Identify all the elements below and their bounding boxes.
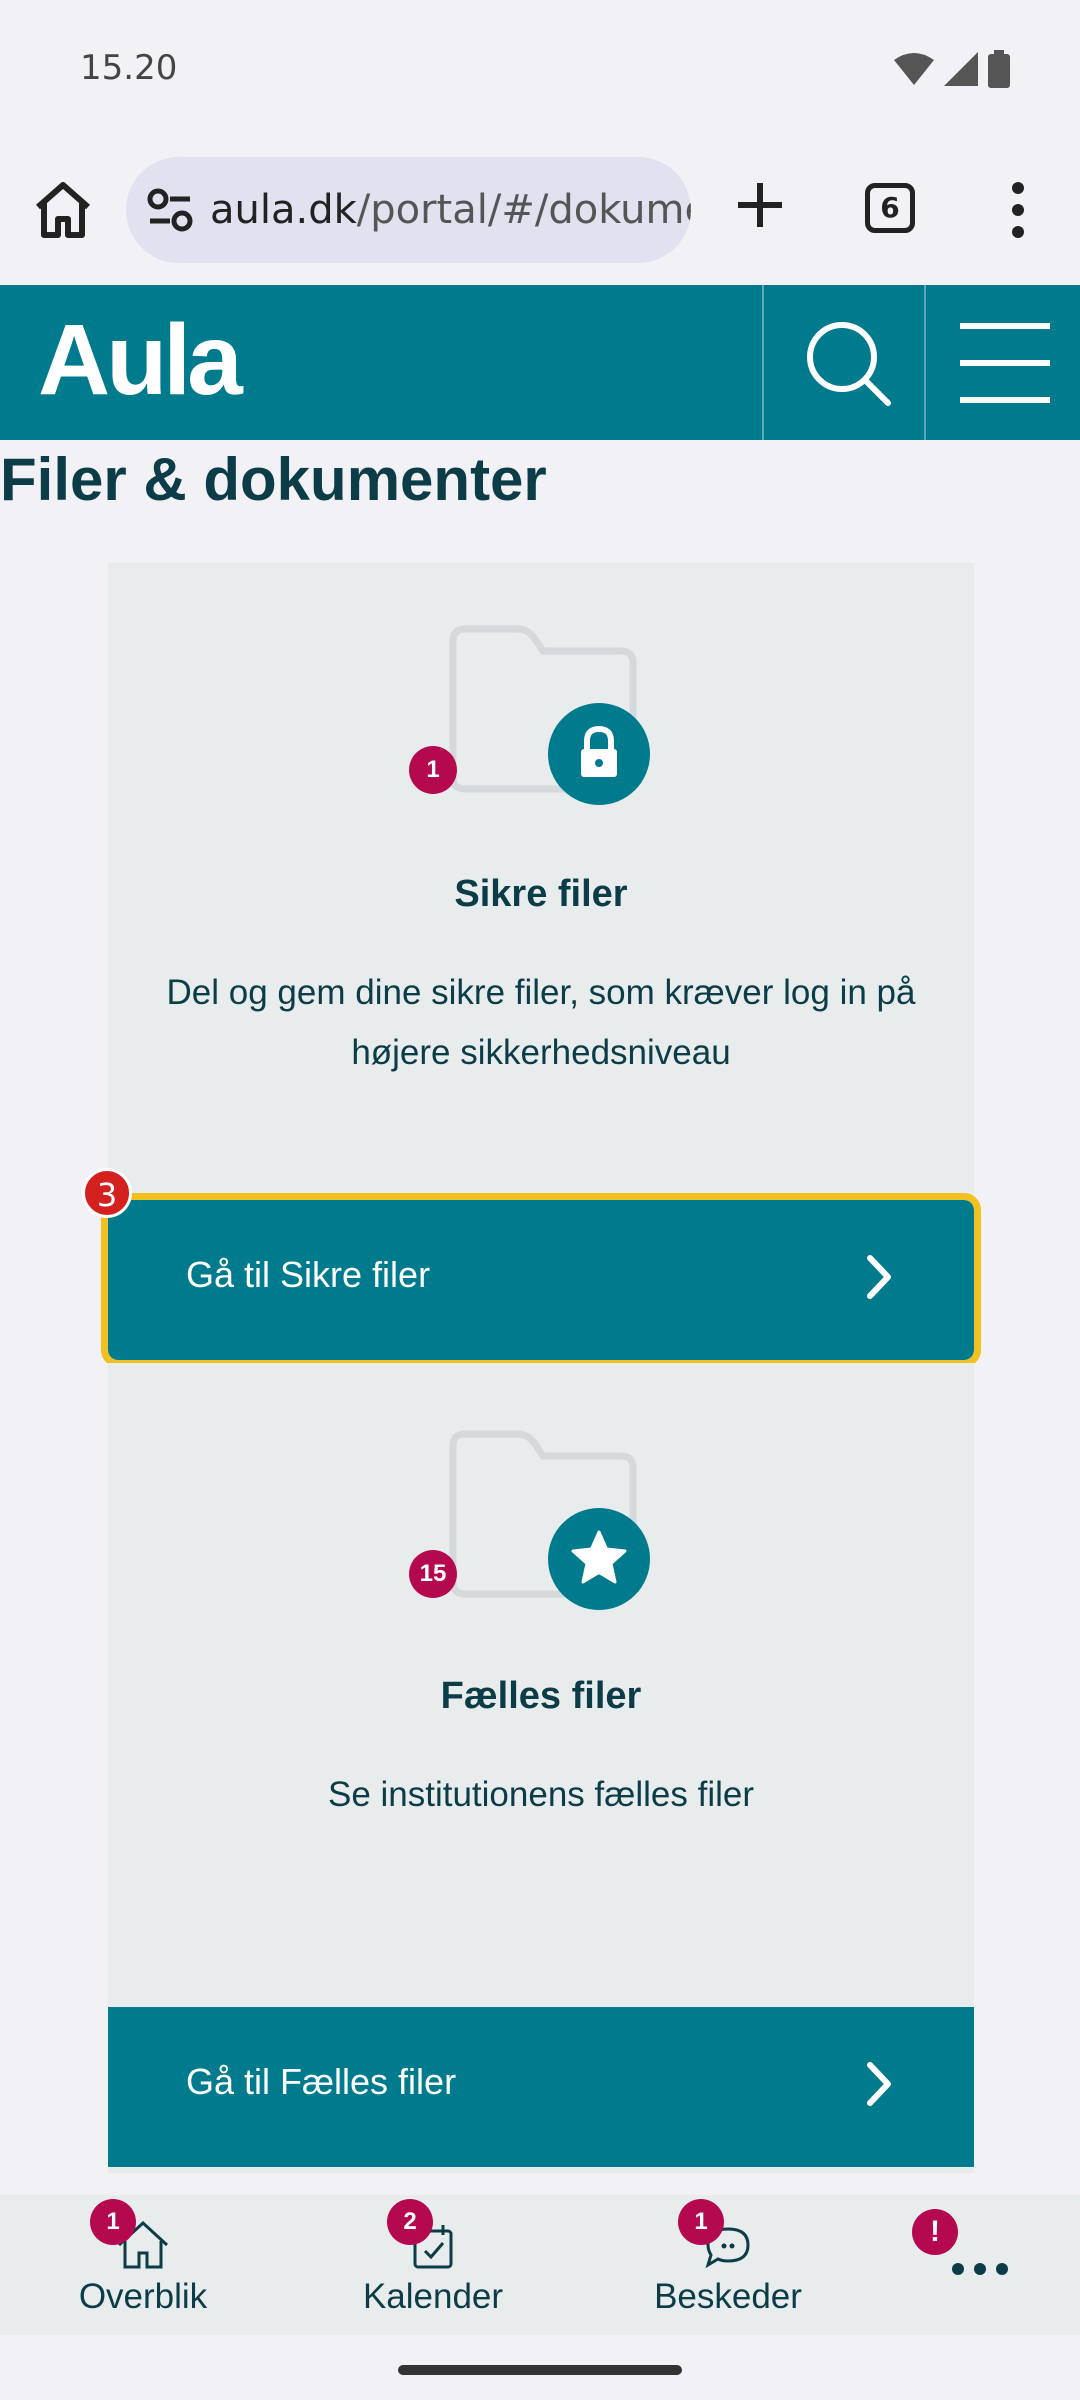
go-to-secure-files-button[interactable]: Gå til Sikre filer — [101, 1193, 981, 1367]
url-text[interactable]: aula.dk/portal/#/dokume — [210, 187, 691, 233]
nav-label: Beskeder — [654, 2277, 802, 2316]
tab-count-button[interactable]: 6 — [865, 183, 915, 233]
nav-label: Overblik — [78, 2277, 208, 2316]
status-time: 15.20 — [80, 48, 178, 88]
hamburger-icon — [960, 323, 1050, 403]
page-title: Filer & dokumenter — [0, 446, 547, 513]
status-icons — [894, 50, 1010, 88]
nav-kalender[interactable]: 2 Kalender — [323, 2195, 543, 2335]
nav-overblik[interactable]: 1 Overblik — [33, 2195, 253, 2335]
app-header: Aula — [0, 285, 1080, 440]
status-bar: 15.20 — [0, 0, 1080, 135]
url-path: /portal/#/dokume — [356, 187, 691, 233]
signal-icon — [944, 52, 978, 86]
chevron-right-icon — [867, 1255, 891, 1299]
card-description: Del og gem dine sikre filer, som kræver … — [166, 973, 916, 1072]
card-description: Se institutionens fælles filer — [327, 1775, 755, 1814]
star-icon — [548, 1508, 650, 1610]
lock-icon — [548, 703, 650, 805]
browser-toolbar: aula.dk/portal/#/dokume 6 — [0, 135, 1080, 285]
wifi-icon — [894, 53, 934, 85]
nav-more[interactable]: ! — [870, 2195, 1050, 2335]
go-to-shared-files-button[interactable]: Gå til Fælles filer — [108, 2007, 974, 2167]
nav-badge: 1 — [678, 2199, 724, 2245]
notification-badge: 1 — [409, 746, 457, 794]
nav-label: Kalender — [362, 2277, 504, 2316]
card-title: Fælles filer — [440, 1675, 642, 1717]
gesture-bar[interactable] — [398, 2365, 682, 2375]
nav-beskeder[interactable]: 1 Beskeder — [618, 2195, 838, 2335]
battery-icon — [988, 50, 1010, 88]
site-settings-icon[interactable] — [146, 187, 194, 233]
address-bar[interactable]: aula.dk/portal/#/dokume — [126, 157, 691, 263]
nav-badge: 2 — [387, 2199, 433, 2245]
search-icon — [807, 322, 891, 406]
notification-badge: 15 — [409, 1550, 457, 1598]
aula-logo[interactable]: Aula — [38, 303, 243, 418]
more-vert-icon[interactable] — [1000, 180, 1036, 240]
button-label: Gå til Fælles filer — [186, 2061, 457, 2102]
chevron-right-icon — [867, 2062, 891, 2106]
bottom-nav: 1 Overblik 2 Kalender 1 Beskeder ! — [0, 2195, 1080, 2335]
menu-button[interactable] — [924, 285, 1080, 440]
nav-badge: 1 — [90, 2199, 136, 2245]
alert-badge: ! — [912, 2209, 958, 2255]
card-title: Sikre filer — [454, 873, 628, 915]
search-button[interactable] — [762, 285, 922, 440]
more-icon — [952, 2263, 1008, 2275]
gesture-area — [0, 2335, 1080, 2400]
home-icon[interactable] — [30, 177, 96, 243]
step-badge: 3 — [82, 1168, 132, 1218]
new-tab-icon[interactable] — [730, 175, 790, 235]
button-label: Gå til Sikre filer — [186, 1254, 431, 1295]
url-host: aula.dk — [210, 187, 357, 233]
